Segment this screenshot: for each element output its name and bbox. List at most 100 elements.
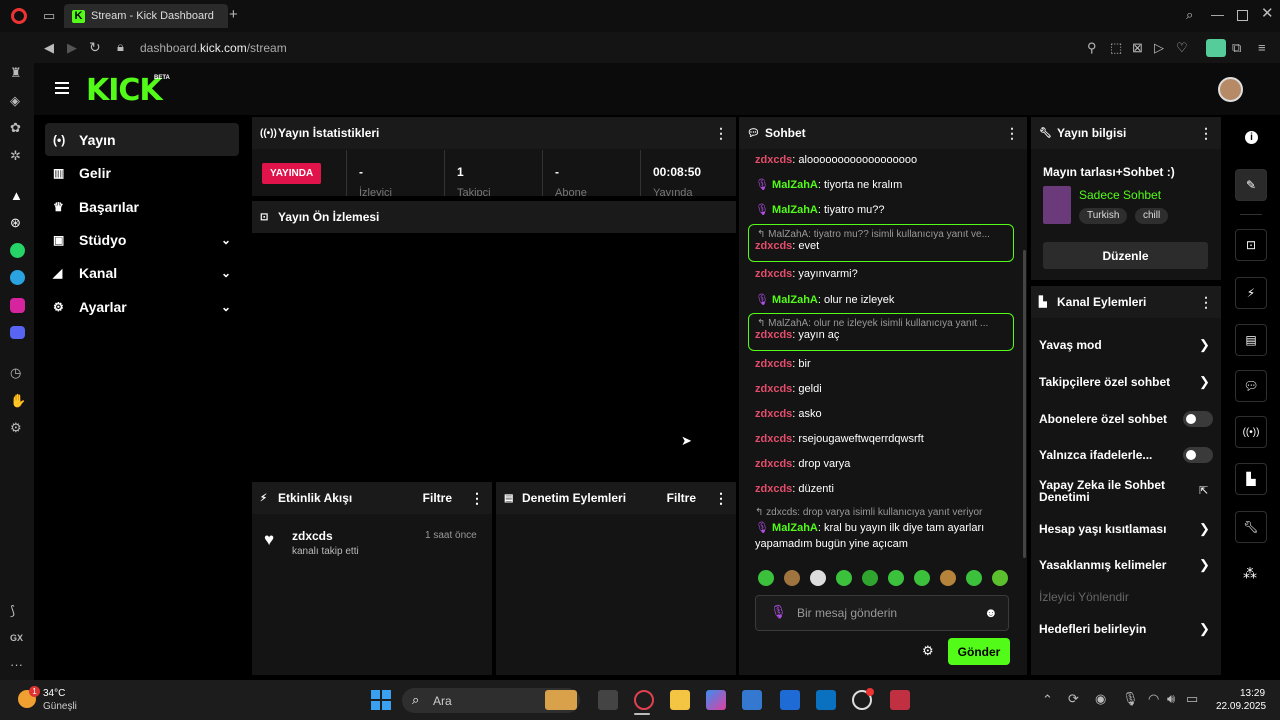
hamburger-icon[interactable] [55, 82, 69, 94]
chevron-right-icon[interactable]: ❯ [1199, 521, 1210, 537]
edit-button[interactable]: Düzenle [1043, 242, 1208, 269]
emote-icon[interactable] [810, 570, 826, 586]
opera-gx-taskbar-icon[interactable] [634, 690, 654, 710]
send-button[interactable]: Gönder [948, 638, 1010, 665]
player-icon[interactable]: ▷ [1154, 41, 1164, 55]
chatgpt-icon[interactable]: ⊛ [10, 216, 21, 230]
maximize-icon[interactable] [1237, 10, 1248, 21]
url-field[interactable]: dashboard.kick.com/stream [140, 41, 287, 55]
nav-item-kanal[interactable]: ◢ Kanal ⌄ [45, 256, 239, 289]
clock-date[interactable]: 22.09.2025 [1216, 701, 1266, 712]
activity-tool-icon[interactable]: ⚡︎ [1235, 277, 1267, 309]
wifi-icon[interactable]: ◠ [1148, 692, 1159, 706]
task-view-icon[interactable] [598, 690, 618, 710]
emote-icon[interactable] [914, 570, 930, 586]
activity-user[interactable]: zdxcds [292, 529, 333, 543]
adblock-icon[interactable]: ⊠ [1132, 41, 1143, 55]
more-options-icon[interactable]: ⋮ [470, 490, 484, 507]
tray-app-icon[interactable]: ◉ [1095, 692, 1106, 706]
emote-icon[interactable] [940, 570, 956, 586]
history-icon[interactable]: ◷ [10, 366, 21, 380]
followers-only-item[interactable]: Takipçilere özel sohbet [1039, 375, 1170, 389]
channel-tool-icon[interactable]: ▙ [1235, 463, 1267, 495]
sidebar-app-icon[interactable]: ✋ [10, 394, 26, 408]
menu-icon[interactable]: ≡ [1258, 41, 1266, 55]
whatsapp-icon[interactable] [10, 243, 25, 258]
store-icon[interactable] [742, 690, 762, 710]
set-goals-item[interactable]: Hedefleri belirleyin [1039, 622, 1146, 636]
browser-tab[interactable]: K Stream - Kick Dashboard [64, 4, 228, 28]
category-link[interactable]: Sadece Sohbet [1079, 188, 1161, 202]
chevron-right-icon[interactable]: ❯ [1199, 337, 1210, 353]
emote-icon[interactable] [836, 570, 852, 586]
reload-icon[interactable]: ↻ [89, 40, 101, 54]
chat-scrollbar[interactable] [1023, 250, 1026, 558]
emote-icon[interactable] [992, 570, 1008, 586]
sidebar-app-icon[interactable]: ✿ [10, 121, 21, 135]
app-icon[interactable] [890, 690, 910, 710]
search-icon[interactable]: ⌕ [1186, 8, 1193, 22]
emote-icon[interactable] [862, 570, 878, 586]
volume-icon[interactable]: 🔊︎ [1167, 692, 1175, 706]
emote-icon[interactable] [888, 570, 904, 586]
account-age-item[interactable]: Hesap yaşı kısıtlaması [1039, 522, 1166, 536]
forward-icon[interactable]: ▶ [67, 41, 77, 55]
vscode-icon[interactable] [816, 690, 836, 710]
external-link-icon[interactable]: ⇱ [1199, 484, 1208, 497]
more-icon[interactable]: ··· [10, 658, 23, 672]
chevron-up-icon[interactable]: ⌃ [1042, 693, 1053, 707]
edit-pencil-icon[interactable]: ✎ [1235, 169, 1267, 201]
activity-filter-button[interactable]: Filtre [423, 491, 452, 505]
category-thumbnail[interactable] [1043, 186, 1071, 224]
nav-item-gelir[interactable]: ▥ Gelir [45, 156, 239, 189]
workspaces-icon[interactable]: ▭ [43, 9, 55, 23]
sidebar-app-icon[interactable]: ✲ [10, 149, 21, 163]
chevron-right-icon[interactable]: ❯ [1199, 557, 1210, 573]
broadcast-tool-icon[interactable]: ((•)) [1235, 416, 1267, 448]
info-icon[interactable]: i [1245, 131, 1258, 144]
banned-words-item[interactable]: Yasaklanmış kelimeler [1039, 558, 1166, 572]
gx-icon[interactable]: ⟆ [10, 604, 15, 618]
chevron-right-icon[interactable]: ❯ [1199, 374, 1210, 390]
instagram-icon[interactable] [10, 298, 25, 313]
emoji-icon[interactable]: ☻ [984, 605, 998, 620]
chevron-right-icon[interactable]: ❯ [1199, 621, 1210, 637]
opera-logo-icon[interactable] [11, 8, 27, 24]
chat-tool-icon[interactable]: 💬︎ [1235, 370, 1267, 402]
extension-icon[interactable] [1206, 39, 1226, 57]
windows-start-icon[interactable] [371, 690, 391, 710]
sidebar-app-icon[interactable]: ◈ [10, 94, 20, 108]
extensions-icon[interactable]: ⧉ [1232, 41, 1241, 55]
moderation-filter-button[interactable]: Filtre [667, 491, 696, 505]
wrench-tool-icon[interactable]: 🔧︎ [1235, 511, 1267, 543]
back-icon[interactable]: ◀ [44, 41, 54, 55]
heart-icon[interactable]: ♡ [1176, 41, 1188, 55]
emote-icon[interactable] [784, 570, 800, 586]
close-icon[interactable]: ✕ [1261, 6, 1274, 21]
ai-moderation-item[interactable]: Yapay Zeka ile Sohbet Denetimi [1039, 479, 1165, 503]
more-options-icon[interactable]: ⋮ [714, 125, 728, 142]
preview-tool-icon[interactable]: ⊡ [1235, 229, 1267, 261]
microphone-icon[interactable]: 🎙︎ [1122, 692, 1139, 706]
settings-icon[interactable]: ⚙ [10, 421, 22, 435]
tray-app-icon[interactable]: ⟳ [1068, 692, 1079, 706]
dropbox-icon[interactable] [780, 690, 800, 710]
moderation-tool-icon[interactable]: ▤ [1235, 324, 1267, 356]
emote-icon[interactable] [966, 570, 982, 586]
sidebar-app-icon[interactable]: ♜ [10, 66, 22, 80]
sidebar-aria-icon[interactable]: ▲ [10, 189, 23, 203]
subs-only-toggle[interactable] [1183, 411, 1213, 427]
pin-icon[interactable]: ⚲ [1087, 41, 1097, 55]
chat-settings-icon[interactable]: ⚙ [922, 643, 934, 659]
new-tab-icon[interactable]: + [229, 7, 238, 22]
discord-icon[interactable] [10, 326, 25, 339]
slow-mode-item[interactable]: Yavaş mod [1039, 338, 1102, 352]
minimize-icon[interactable]: — [1211, 8, 1224, 22]
kick-logo[interactable]: KICK [86, 73, 163, 108]
more-options-icon[interactable]: ⋮ [1199, 125, 1213, 142]
file-explorer-icon[interactable] [670, 690, 690, 710]
nav-item-ayarlar[interactable]: ⚙ Ayarlar ⌄ [45, 290, 239, 323]
nav-item-studyo[interactable]: ▣ Stüdyo ⌄ [45, 223, 239, 256]
more-options-icon[interactable]: ⋮ [1199, 294, 1213, 311]
copilot-icon[interactable] [706, 690, 726, 710]
